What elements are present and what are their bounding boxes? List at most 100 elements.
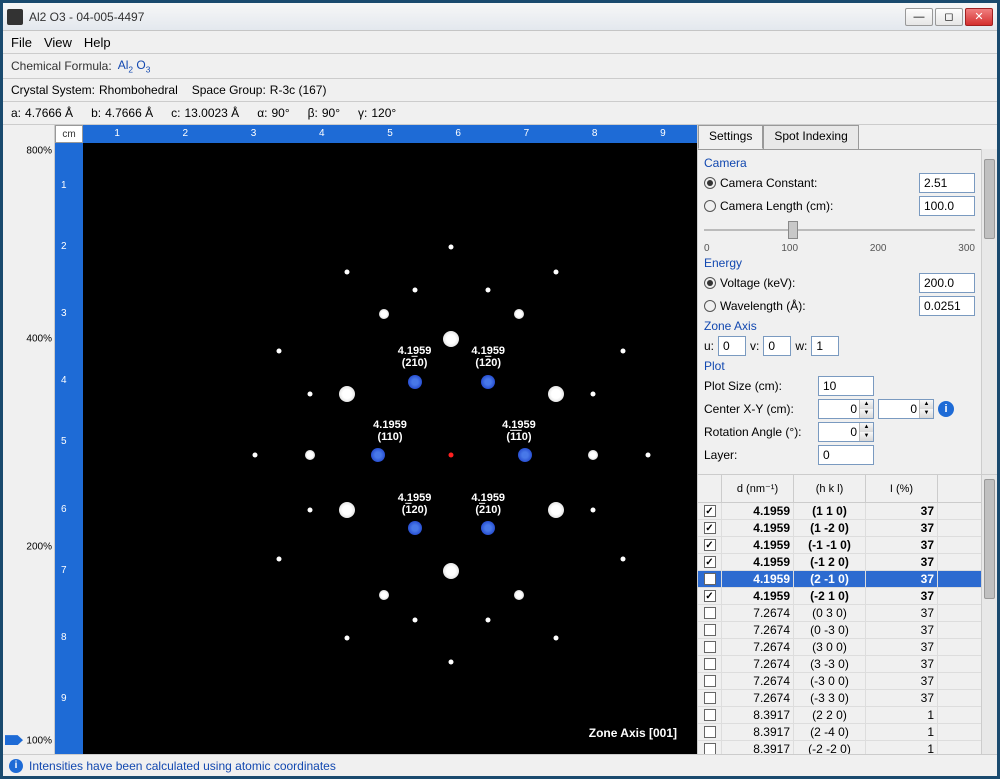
spot[interactable] bbox=[621, 556, 626, 561]
row-checkbox[interactable]: ✓ bbox=[704, 505, 716, 517]
table-row[interactable]: 7.2674(-3 0 0)37 bbox=[698, 673, 981, 690]
center-y-spinner[interactable]: ▲▼ bbox=[878, 399, 934, 419]
diffraction-plot[interactable]: cm 1 2 3 4 5 6 7 8 9 1 2 3 4 5 6 7 8 9 bbox=[55, 125, 697, 754]
spot[interactable] bbox=[486, 617, 491, 622]
layer-input[interactable] bbox=[818, 445, 874, 465]
table-scrollbar[interactable] bbox=[981, 475, 997, 754]
spot[interactable] bbox=[345, 635, 350, 640]
spot[interactable] bbox=[553, 635, 558, 640]
row-checkbox[interactable] bbox=[704, 624, 716, 636]
spin-down-icon[interactable]: ▼ bbox=[919, 409, 933, 418]
spot[interactable] bbox=[514, 309, 524, 319]
menu-view[interactable]: View bbox=[44, 35, 72, 50]
spot[interactable] bbox=[305, 450, 315, 460]
spot[interactable] bbox=[443, 563, 459, 579]
spot[interactable] bbox=[252, 452, 257, 457]
camera-slider[interactable] bbox=[704, 219, 975, 243]
table-row[interactable]: ✓4.1959(-1 -1 0)37 bbox=[698, 537, 981, 554]
zoom-indicator-icon[interactable] bbox=[5, 735, 23, 745]
row-checkbox[interactable] bbox=[704, 743, 716, 754]
row-checkbox[interactable] bbox=[704, 709, 716, 721]
spot[interactable] bbox=[553, 269, 558, 274]
col-intensity[interactable]: I (%) bbox=[866, 475, 938, 502]
scrollbar-thumb[interactable] bbox=[984, 479, 995, 599]
spot[interactable] bbox=[408, 375, 422, 389]
table-row[interactable]: ✓4.1959(1 1 0)37 bbox=[698, 503, 981, 520]
camera-constant-input[interactable] bbox=[919, 173, 975, 193]
row-checkbox[interactable] bbox=[704, 641, 716, 653]
menu-file[interactable]: File bbox=[11, 35, 32, 50]
row-checkbox[interactable] bbox=[704, 607, 716, 619]
spot[interactable] bbox=[449, 660, 454, 665]
table-row[interactable]: ✓4.1959(-2 1 0)37 bbox=[698, 588, 981, 605]
table-row[interactable]: 8.3917(2 2 0)1 bbox=[698, 707, 981, 724]
row-checkbox[interactable] bbox=[704, 658, 716, 670]
scrollbar-thumb[interactable] bbox=[984, 159, 995, 239]
close-button[interactable]: ✕ bbox=[965, 8, 993, 26]
spot[interactable] bbox=[277, 348, 282, 353]
spot[interactable] bbox=[443, 331, 459, 347]
spin-up-icon[interactable]: ▲ bbox=[919, 400, 933, 409]
menu-help[interactable]: Help bbox=[84, 35, 111, 50]
spot[interactable] bbox=[371, 448, 385, 462]
spot[interactable] bbox=[339, 386, 355, 402]
camera-length-input[interactable] bbox=[919, 196, 975, 216]
spot[interactable] bbox=[518, 448, 532, 462]
table-row[interactable]: 8.3917(-2 -2 0)1 bbox=[698, 741, 981, 754]
camera-length-radio[interactable] bbox=[704, 200, 716, 212]
voltage-input[interactable] bbox=[919, 273, 975, 293]
spin-down-icon[interactable]: ▼ bbox=[859, 432, 873, 441]
spin-up-icon[interactable]: ▲ bbox=[859, 423, 873, 432]
zoom-scale[interactable]: 800% 400% 200% 100% bbox=[3, 125, 55, 754]
spot[interactable] bbox=[590, 391, 595, 396]
spot[interactable] bbox=[412, 617, 417, 622]
spin-up-icon[interactable]: ▲ bbox=[859, 400, 873, 409]
plot-size-input[interactable] bbox=[818, 376, 874, 396]
center-x-spinner[interactable]: ▲▼ bbox=[818, 399, 874, 419]
table-row[interactable]: ✓4.1959(-1 2 0)37 bbox=[698, 554, 981, 571]
info-icon[interactable]: i bbox=[938, 401, 954, 417]
spot[interactable] bbox=[308, 507, 313, 512]
spot[interactable] bbox=[481, 521, 495, 535]
spot[interactable] bbox=[481, 375, 495, 389]
spot[interactable] bbox=[588, 450, 598, 460]
tab-spot-indexing[interactable]: Spot Indexing bbox=[763, 125, 858, 149]
spin-down-icon[interactable]: ▼ bbox=[859, 409, 873, 418]
table-row[interactable]: 7.2674(0 3 0)37 bbox=[698, 605, 981, 622]
voltage-radio[interactable] bbox=[704, 277, 716, 289]
row-checkbox[interactable]: ✓ bbox=[704, 539, 716, 551]
wavelength-input[interactable] bbox=[919, 296, 975, 316]
table-row[interactable]: 7.2674(3 -3 0)37 bbox=[698, 656, 981, 673]
rotation-spinner[interactable]: ▲▼ bbox=[818, 422, 874, 442]
spot[interactable] bbox=[379, 590, 389, 600]
w-input[interactable] bbox=[811, 336, 839, 356]
tab-settings[interactable]: Settings bbox=[698, 125, 763, 149]
table-row[interactable]: 7.2674(0 -3 0)37 bbox=[698, 622, 981, 639]
spot[interactable] bbox=[449, 245, 454, 250]
table-row[interactable]: ✓4.1959(1 -2 0)37 bbox=[698, 520, 981, 537]
settings-scrollbar[interactable] bbox=[981, 149, 997, 474]
spot[interactable] bbox=[379, 309, 389, 319]
minimize-button[interactable]: — bbox=[905, 8, 933, 26]
row-checkbox[interactable] bbox=[704, 692, 716, 704]
spot[interactable] bbox=[408, 521, 422, 535]
maximize-button[interactable]: ◻ bbox=[935, 8, 963, 26]
u-input[interactable] bbox=[718, 336, 746, 356]
col-hkl[interactable]: (h k l) bbox=[794, 475, 866, 502]
v-input[interactable] bbox=[763, 336, 791, 356]
row-checkbox[interactable]: ✓ bbox=[704, 590, 716, 602]
spot[interactable] bbox=[548, 386, 564, 402]
table-row[interactable]: 7.2674(-3 3 0)37 bbox=[698, 690, 981, 707]
row-checkbox[interactable]: ✓ bbox=[704, 522, 716, 534]
row-checkbox[interactable]: ✓ bbox=[704, 556, 716, 568]
table-row[interactable]: 8.3917(2 -4 0)1 bbox=[698, 724, 981, 741]
spot[interactable] bbox=[645, 452, 650, 457]
row-checkbox[interactable]: ✓ bbox=[704, 573, 716, 585]
camera-constant-radio[interactable] bbox=[704, 177, 716, 189]
table-row[interactable]: ✓4.1959(2 -1 0)37 bbox=[698, 571, 981, 588]
wavelength-radio[interactable] bbox=[704, 300, 716, 312]
spot[interactable] bbox=[308, 391, 313, 396]
spot[interactable] bbox=[345, 269, 350, 274]
spot[interactable] bbox=[514, 590, 524, 600]
plot-canvas[interactable]: 4.1959(210) 4.1959(120) 4.1959(110) 4.19… bbox=[83, 143, 697, 754]
